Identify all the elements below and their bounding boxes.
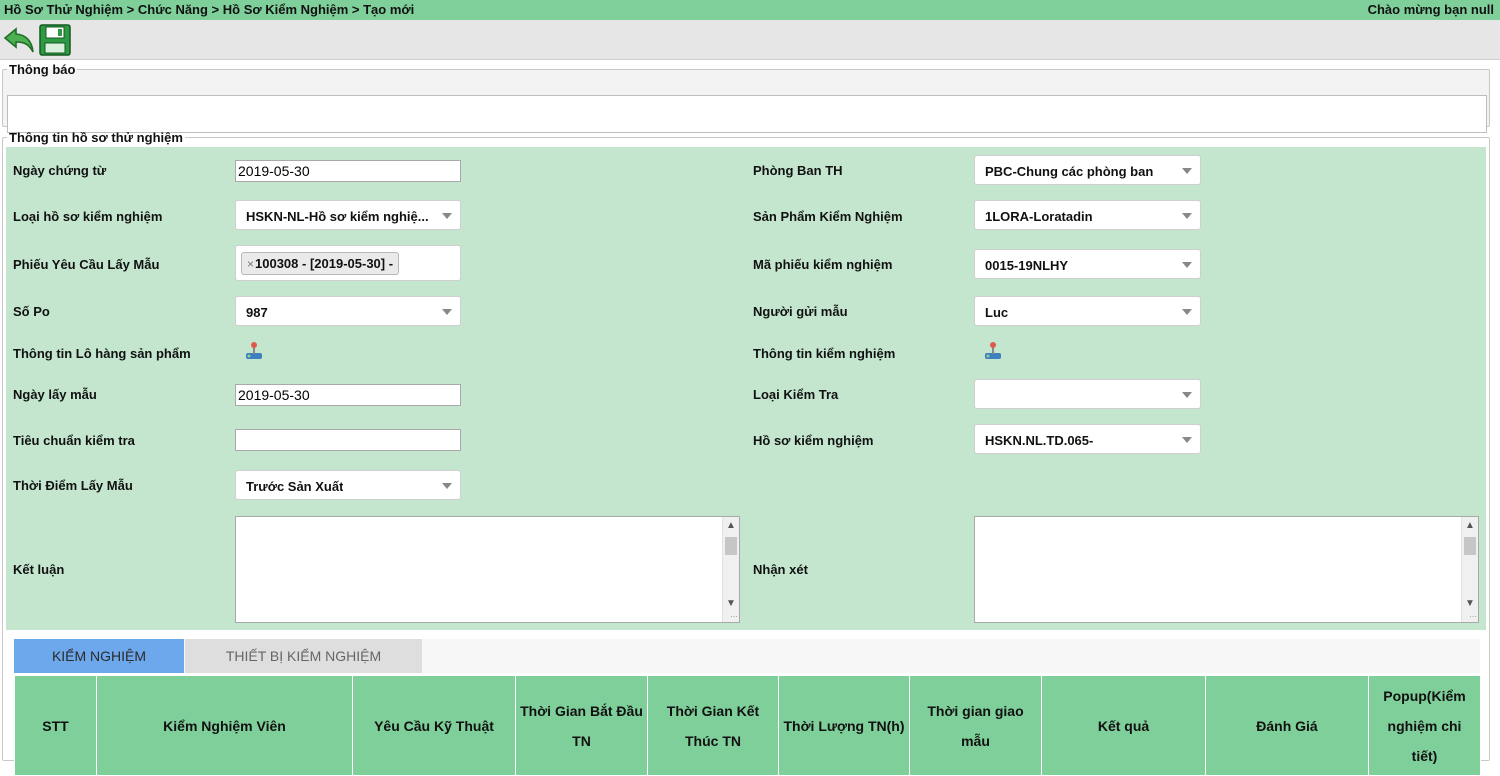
phong-ban-select[interactable]: PBC-Chung các phòng ban: [974, 155, 1201, 185]
tab-kiem-nghiem[interactable]: KIỂM NGHIỆM: [14, 639, 184, 673]
back-arrow-icon: [2, 23, 36, 57]
ma-phieu-value: 0015-19NLHY: [985, 258, 1069, 273]
thoi-diem-value: Trước Sản Xuất: [246, 479, 344, 494]
label-loai-ho-so: Loại hồ sơ kiểm nghiệm: [13, 209, 163, 224]
chevron-down-icon: [442, 309, 452, 315]
chevron-down-icon: [1182, 168, 1192, 174]
label-ket-luan: Kết luận: [13, 562, 65, 577]
loai-ho-so-select[interactable]: HSKN-NL-Hồ sơ kiểm nghiệ...: [235, 200, 461, 230]
label-loai-kiem-tra: Loại Kiểm Tra: [753, 387, 839, 402]
scroll-down-icon[interactable]: ▼: [1462, 596, 1478, 612]
label-ngay-lay-mau: Ngày lấy mẫu: [13, 387, 97, 402]
scroll-thumb[interactable]: [1464, 537, 1476, 555]
loai-kiem-tra-select[interactable]: [974, 379, 1201, 409]
label-nhan-xet: Nhận xét: [753, 562, 808, 577]
nguoi-gui-select[interactable]: Luc: [974, 296, 1201, 326]
phong-ban-value: PBC-Chung các phòng ban: [985, 164, 1154, 179]
notice-panel: Thông báo: [2, 62, 1490, 133]
ho-so-kiem-nghiem-value: HSKN.NL.TD.065-: [985, 433, 1094, 448]
nguoi-gui-value: Luc: [985, 305, 1009, 320]
label-thoi-diem: Thời Điểm Lấy Mẫu: [13, 478, 133, 493]
tab-thiet-bi-kiem-nghiem[interactable]: THIẾT BỊ KIỂM NGHIỆM: [185, 639, 422, 673]
tieu-chuan-input[interactable]: [235, 429, 461, 451]
label-phong-ban: Phòng Ban TH: [753, 163, 843, 178]
label-thong-tin-lo-hang: Thông tin Lô hàng sản phẩm: [13, 346, 191, 361]
nhan-xet-box: ▲ ▼ ⋯: [974, 516, 1479, 623]
notice-legend: Thông báo: [9, 62, 76, 77]
san-pham-value: 1LORA-Loratadin: [985, 209, 1093, 224]
chevron-down-icon: [442, 213, 452, 219]
notice-textarea[interactable]: [7, 95, 1487, 133]
label-san-pham: Sản Phẩm Kiểm Nghiệm: [753, 209, 903, 224]
so-po-select[interactable]: 987: [235, 296, 461, 326]
tab-bar: KIỂM NGHIỆM THIẾT BỊ KIỂM NGHIỆM: [14, 639, 1480, 673]
so-po-value: 987: [246, 305, 268, 320]
san-pham-select[interactable]: 1LORA-Loratadin: [974, 200, 1201, 230]
thoi-diem-select[interactable]: Trước Sản Xuất: [235, 470, 461, 500]
floppy-disk-icon: [38, 23, 72, 57]
resize-grip-icon[interactable]: ⋯: [730, 613, 738, 621]
phieu-yeu-cau-multiselect[interactable]: ×100308 - [2019-05-30] -: [235, 245, 461, 281]
scroll-thumb[interactable]: [725, 537, 737, 555]
scroll-up-icon[interactable]: ▲: [723, 518, 739, 534]
chevron-down-icon: [442, 483, 452, 489]
label-ho-so-kiem-nghiem: Hồ sơ kiểm nghiệm: [753, 433, 874, 448]
nhan-xet-textarea[interactable]: [975, 517, 1478, 622]
lookup-icon[interactable]: [982, 340, 1004, 362]
label-ngay-chung-tu: Ngày chứng từ: [13, 163, 107, 178]
label-ma-phieu: Mã phiếu kiểm nghiệm: [753, 257, 893, 272]
ma-phieu-select[interactable]: 0015-19NLHY: [974, 249, 1201, 279]
ho-so-kiem-nghiem-select[interactable]: HSKN.NL.TD.065-: [974, 424, 1201, 454]
lookup-icon[interactable]: [243, 340, 265, 362]
breadcrumb: Hồ Sơ Thử Nghiệm > Chức Năng > Hồ Sơ Kiể…: [4, 2, 415, 17]
chevron-down-icon: [1182, 262, 1192, 268]
label-thong-tin-kiem-nghiem: Thông tin kiểm nghiệm: [753, 346, 896, 361]
ngay-lay-mau-input[interactable]: [235, 384, 461, 406]
scrollbar[interactable]: ▲ ▼: [722, 517, 739, 622]
ket-luan-box: ▲ ▼ ⋯: [235, 516, 740, 623]
resize-grip-icon[interactable]: ⋯: [1469, 613, 1477, 621]
toolbar: [0, 20, 1500, 60]
ngay-chung-tu-input[interactable]: [235, 160, 461, 182]
label-so-po: Số Po: [13, 304, 50, 319]
remove-tag-icon[interactable]: ×: [247, 257, 254, 271]
chevron-down-icon: [1182, 309, 1192, 315]
label-tieu-chuan: Tiêu chuẩn kiểm tra: [13, 433, 135, 448]
loai-ho-so-value: HSKN-NL-Hồ sơ kiểm nghiệ...: [246, 209, 429, 224]
scroll-up-icon[interactable]: ▲: [1462, 518, 1478, 534]
selected-tag-label: 100308 - [2019-05-30] -: [255, 256, 394, 271]
label-nguoi-gui: Người gửi mẫu: [753, 304, 848, 319]
test-record-legend: Thông tin hồ sơ thử nghiệm: [9, 130, 183, 145]
ket-luan-textarea[interactable]: [236, 517, 739, 622]
selected-tag: ×100308 - [2019-05-30] -: [241, 252, 400, 275]
top-bar: Hồ Sơ Thử Nghiệm > Chức Năng > Hồ Sơ Kiể…: [0, 0, 1500, 20]
label-phieu-yeu-cau: Phiếu Yêu Cầu Lấy Mẫu: [13, 257, 160, 272]
chevron-down-icon: [1182, 392, 1192, 398]
welcome-text: Chào mừng bạn null: [1367, 2, 1494, 17]
chevron-down-icon: [1182, 437, 1192, 443]
scrollbar[interactable]: ▲ ▼: [1461, 517, 1478, 622]
scroll-down-icon[interactable]: ▼: [723, 596, 739, 612]
chevron-down-icon: [1182, 213, 1192, 219]
save-button[interactable]: [38, 23, 72, 57]
back-button[interactable]: [2, 23, 36, 57]
